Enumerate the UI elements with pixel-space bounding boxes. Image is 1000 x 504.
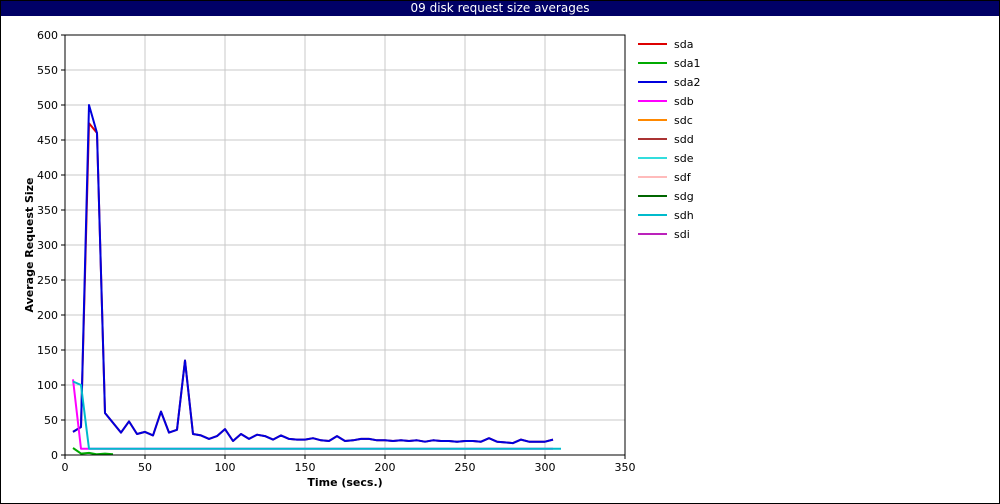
x-tick-label: 0	[62, 461, 69, 474]
y-tick-label: 600	[37, 29, 58, 42]
legend-label-sda1: sda1	[674, 57, 700, 70]
legend-label-sdh: sdh	[674, 209, 694, 222]
y-tick-label: 0	[51, 449, 58, 462]
x-tick-label: 350	[615, 461, 636, 474]
y-tick-label: 450	[37, 134, 58, 147]
y-tick-label: 50	[44, 414, 58, 427]
x-tick-label: 100	[215, 461, 236, 474]
y-tick-label: 200	[37, 309, 58, 322]
axes: 0 50 100 150 200 250 300 350 0 50 100 150 200 250 300 3…	[37, 29, 636, 474]
y-tick-label: 150	[37, 344, 58, 357]
x-tick-label: 300	[535, 461, 556, 474]
legend-label-sdb: sdb	[674, 95, 694, 108]
legend-label-sde: sde	[674, 152, 694, 165]
y-tick-label: 100	[37, 379, 58, 392]
legend: sda sda1 sda2 sdb sdc sdd sde sdf sdg sdh sdi	[638, 38, 700, 241]
legend-label-sdf: sdf	[674, 171, 692, 184]
legend-label-sdg: sdg	[674, 190, 694, 203]
y-tick-label: 300	[37, 239, 58, 252]
y-tick-label: 350	[37, 204, 58, 217]
y-tick-label: 550	[37, 64, 58, 77]
legend-label-sda: sda	[674, 38, 693, 51]
y-tick-label: 250	[37, 274, 58, 287]
line-chart: 0 50 100 150 200 250 300 350 0 50 100 150 200 250 300 3…	[23, 29, 700, 489]
legend-label-sdc: sdc	[674, 114, 693, 127]
x-tick-label: 200	[375, 461, 396, 474]
legend-label-sdd: sdd	[674, 133, 694, 146]
x-tick-label: 250	[455, 461, 476, 474]
grid	[65, 34, 625, 455]
y-tick-label: 500	[37, 99, 58, 112]
legend-label-sda2: sda2	[674, 76, 700, 89]
legend-label-sdi: sdi	[674, 228, 690, 241]
y-tick-label: 400	[37, 169, 58, 182]
x-tick-label: 50	[138, 461, 152, 474]
x-tick-label: 150	[295, 461, 316, 474]
y-axis-label: Average Request Size	[23, 177, 36, 312]
x-axis-label: Time (secs.)	[307, 476, 382, 489]
